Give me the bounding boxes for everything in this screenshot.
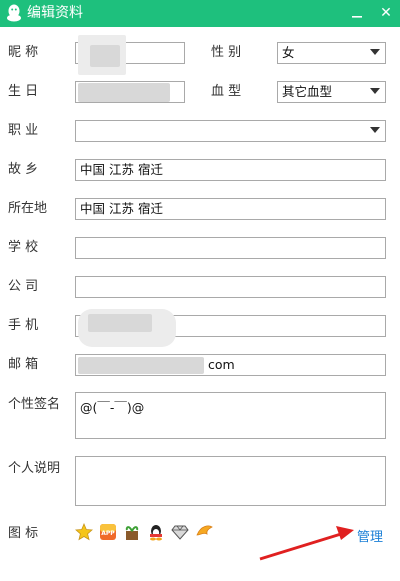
gender-select[interactable]: 女 [277, 42, 386, 64]
redacted-nickname-core [90, 45, 120, 67]
close-icon: ✕ [380, 5, 392, 21]
chevron-down-icon [370, 127, 380, 133]
qq-penguin-icon [7, 4, 21, 22]
label-company: 公 司 [8, 279, 39, 294]
label-nickname: 昵 称 [8, 45, 39, 60]
hometown-field[interactable]: 中国 江苏 宿迁 [75, 159, 386, 181]
profile-form: 昵 称 性 别 女 生 日 血 型 其它血型 职 业 故 乡 中国 江苏 宿迁 … [0, 27, 400, 581]
redacted-phone-core [88, 314, 152, 332]
star-badge-icon[interactable] [75, 523, 93, 541]
label-location: 所在地 [8, 201, 48, 216]
app-badge-icon[interactable]: APP [99, 523, 117, 541]
label-occupation: 职 业 [8, 123, 39, 138]
label-hometown: 故 乡 [8, 162, 39, 177]
blood-type-select[interactable]: 其它血型 [277, 81, 386, 103]
description-textarea[interactable] [75, 456, 386, 506]
label-blood-type: 血 型 [211, 84, 242, 99]
minimize-button[interactable] [347, 3, 367, 23]
wing-badge-icon[interactable] [195, 523, 213, 541]
label-phone: 手 机 [8, 318, 39, 333]
label-school: 学 校 [8, 240, 39, 255]
label-description: 个人说明 [8, 461, 61, 476]
label-signature: 个性签名 [8, 397, 61, 412]
occupation-select[interactable] [75, 120, 386, 142]
svg-text:APP: APP [101, 530, 115, 537]
school-field[interactable] [75, 237, 386, 259]
chevron-down-icon [370, 49, 380, 55]
label-gender: 性 别 [211, 45, 242, 60]
title-bar: 编辑资料 ✕ [0, 0, 400, 27]
chevron-down-icon [370, 88, 380, 94]
close-button[interactable]: ✕ [376, 3, 396, 23]
manage-link[interactable]: 管理 [357, 526, 383, 545]
signature-text: @(￣-￣)@ [80, 400, 145, 415]
location-field[interactable]: 中国 江苏 宿迁 [75, 198, 386, 220]
company-field[interactable] [75, 276, 386, 298]
redacted-birthday [78, 83, 170, 102]
redacted-email [78, 357, 204, 374]
window-title: 编辑资料 [27, 5, 83, 21]
signature-textarea[interactable]: @(￣-￣)@ [75, 392, 386, 439]
plant-badge-icon[interactable] [123, 523, 141, 541]
label-icons: 图 标 [8, 526, 39, 541]
minimize-icon [352, 16, 362, 18]
label-email: 邮 箱 [8, 357, 39, 372]
label-birthday: 生 日 [8, 84, 39, 99]
qq-penguin-badge-icon[interactable] [147, 523, 165, 541]
diamond-badge-icon[interactable] [171, 523, 189, 541]
